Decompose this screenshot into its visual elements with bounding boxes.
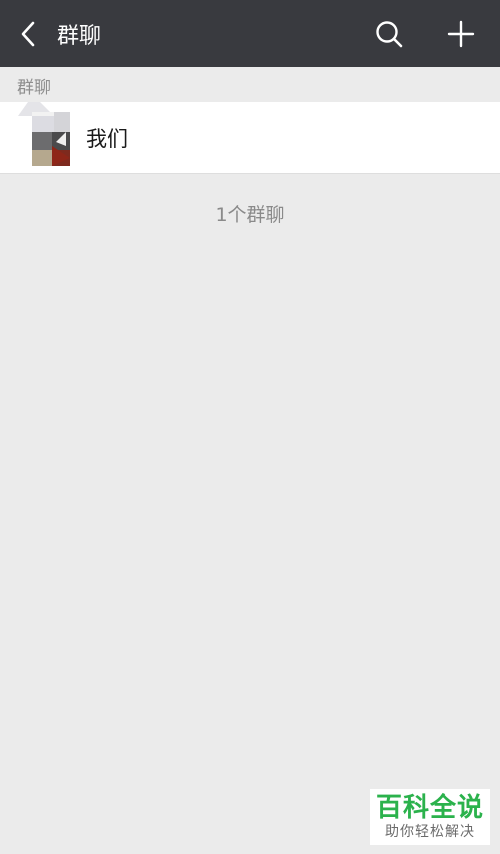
watermark-subtitle: 助你轻松解决 [385,824,475,840]
page-title: 群聊 [57,23,102,49]
top-bar: 群聊 [0,0,500,67]
add-button[interactable] [440,14,482,54]
plus-icon [447,20,475,48]
group-count-text: 1个群聊 [215,203,285,226]
chevron-left-icon [21,21,35,47]
watermark-logo: 百科全说 助你轻松解决 [370,789,490,845]
group-chat-item[interactable]: 我们 [0,102,500,174]
section-header: 群聊 [17,77,51,98]
group-name: 我们 [86,127,128,151]
back-button[interactable] [10,14,46,54]
search-button[interactable] [368,14,410,54]
group-avatar-icon [18,102,74,168]
search-icon [376,21,403,48]
app-screen: 群聊 群聊 我们 1个群聊 百科全说 助你轻松解决 [0,0,500,854]
watermark-title: 百科全说 [375,793,484,823]
